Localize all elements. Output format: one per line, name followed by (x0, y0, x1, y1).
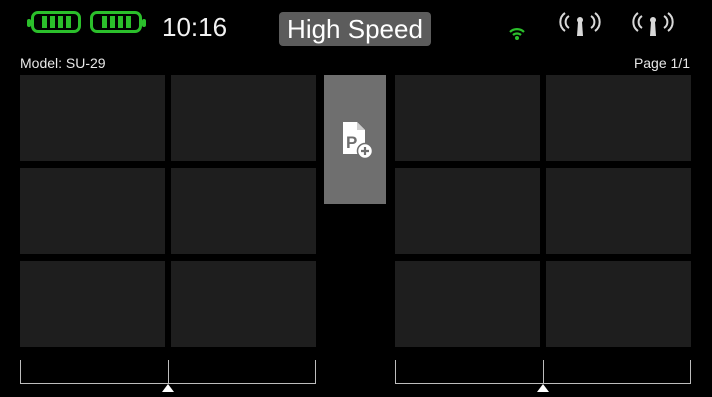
battery-1-icon (27, 11, 81, 33)
trim-marker-icon (162, 384, 174, 392)
trim-center-tick (168, 360, 169, 383)
antenna-signal-icon (632, 12, 674, 36)
widget-slot[interactable] (20, 75, 165, 161)
widget-slot[interactable] (395, 261, 540, 347)
widget-slot[interactable] (20, 168, 165, 254)
widget-slot[interactable] (171, 75, 316, 161)
model-name: Model: SU-29 (20, 55, 106, 71)
widget-slot[interactable] (395, 75, 540, 161)
widget-slot[interactable] (395, 168, 540, 254)
widget-slot[interactable] (171, 168, 316, 254)
widget-slot[interactable] (546, 75, 691, 161)
right-trim-slider[interactable] (395, 360, 691, 392)
svg-text:P: P (346, 133, 357, 152)
trim-marker-icon (537, 384, 549, 392)
add-page-button[interactable]: P (324, 75, 386, 204)
widget-slot[interactable] (20, 261, 165, 347)
widget-slot[interactable] (546, 168, 691, 254)
widget-slot[interactable] (546, 261, 691, 347)
trim-center-tick (543, 360, 544, 383)
add-page-icon: P (343, 121, 373, 159)
flight-mode-button[interactable]: High Speed (279, 12, 431, 46)
page-indicator: Page 1/1 (633, 55, 690, 71)
wifi-icon (509, 28, 525, 40)
antenna-signal-icon (559, 12, 601, 36)
battery-2-icon (90, 11, 146, 33)
clock-time: 10:16 (162, 12, 228, 42)
left-trim-slider[interactable] (20, 360, 316, 392)
widget-slot[interactable] (171, 261, 316, 347)
